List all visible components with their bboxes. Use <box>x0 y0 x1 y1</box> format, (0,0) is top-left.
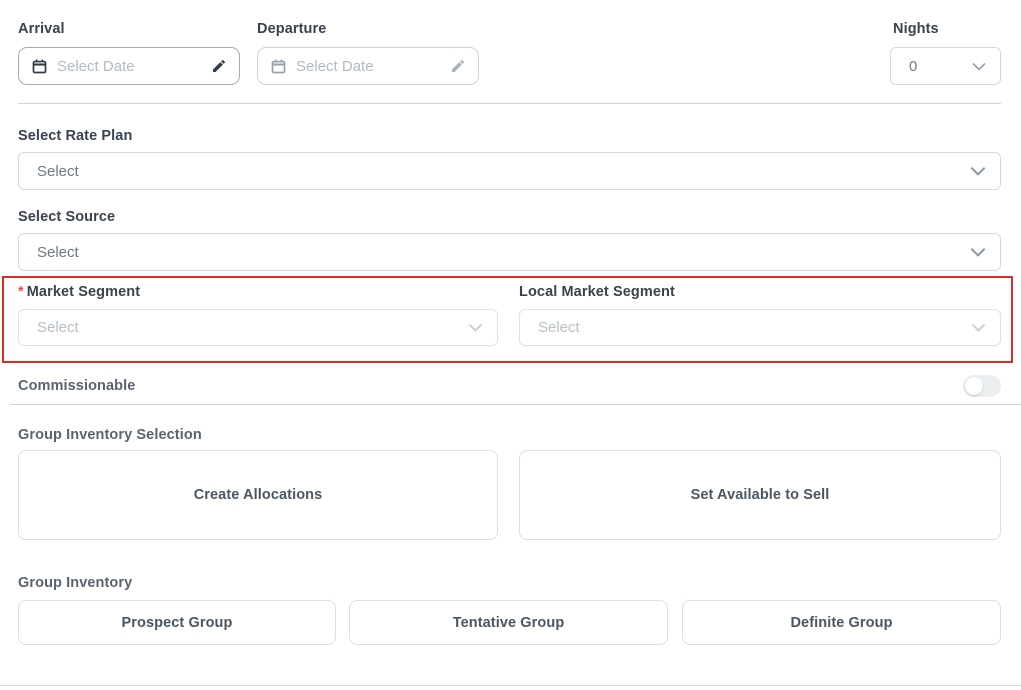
arrival-label: Arrival <box>18 21 65 37</box>
commissionable-label: Commissionable <box>18 378 135 394</box>
required-asterisk: * <box>18 284 24 300</box>
toggle-knob <box>965 377 983 395</box>
definite-group-button[interactable]: Definite Group <box>682 600 1001 645</box>
section-divider <box>10 404 1021 405</box>
source-label: Select Source <box>18 209 115 225</box>
rate-plan-select[interactable]: Select <box>18 152 1001 190</box>
nights-label: Nights <box>893 21 939 37</box>
chevron-down-icon <box>970 247 986 257</box>
source-select[interactable]: Select <box>18 233 1001 271</box>
bottom-divider <box>0 685 1021 686</box>
local-market-segment-select[interactable]: Select <box>519 309 1001 346</box>
rate-plan-value: Select <box>37 163 970 180</box>
local-market-segment-value: Select <box>538 319 971 336</box>
arrival-date-placeholder: Select Date <box>57 58 211 75</box>
nights-value: 0 <box>909 58 972 75</box>
set-available-to-sell-button[interactable]: Set Available to Sell <box>519 450 1001 540</box>
chevron-down-icon <box>972 62 986 71</box>
chevron-down-icon <box>970 166 986 176</box>
section-divider <box>18 103 1001 104</box>
departure-date-input[interactable]: Select Date <box>257 47 479 85</box>
calendar-icon <box>31 58 48 75</box>
rate-plan-label: Select Rate Plan <box>18 128 132 144</box>
calendar-icon <box>270 58 287 75</box>
market-segment-value: Select <box>37 319 468 336</box>
group-inventory-label: Group Inventory <box>18 575 132 591</box>
prospect-group-button[interactable]: Prospect Group <box>18 600 336 645</box>
tentative-group-button[interactable]: Tentative Group <box>349 600 668 645</box>
market-segment-select[interactable]: Select <box>18 309 498 346</box>
nights-select[interactable]: 0 <box>890 47 1001 85</box>
group-inventory-selection-label: Group Inventory Selection <box>18 427 202 443</box>
chevron-down-icon <box>468 323 483 332</box>
departure-date-placeholder: Select Date <box>296 58 450 75</box>
departure-label: Departure <box>257 21 326 37</box>
local-market-segment-label: Local Market Segment <box>519 284 675 300</box>
source-value: Select <box>37 244 970 261</box>
edit-pencil-icon[interactable] <box>211 58 227 74</box>
market-segment-label: *Market Segment <box>18 284 140 300</box>
edit-pencil-icon[interactable] <box>450 58 466 74</box>
commissionable-toggle[interactable] <box>963 375 1001 397</box>
group-booking-form: Arrival Select Date Departure <box>0 0 1021 690</box>
arrival-date-input[interactable]: Select Date <box>18 47 240 85</box>
create-allocations-button[interactable]: Create Allocations <box>18 450 498 540</box>
chevron-down-icon <box>971 323 986 332</box>
